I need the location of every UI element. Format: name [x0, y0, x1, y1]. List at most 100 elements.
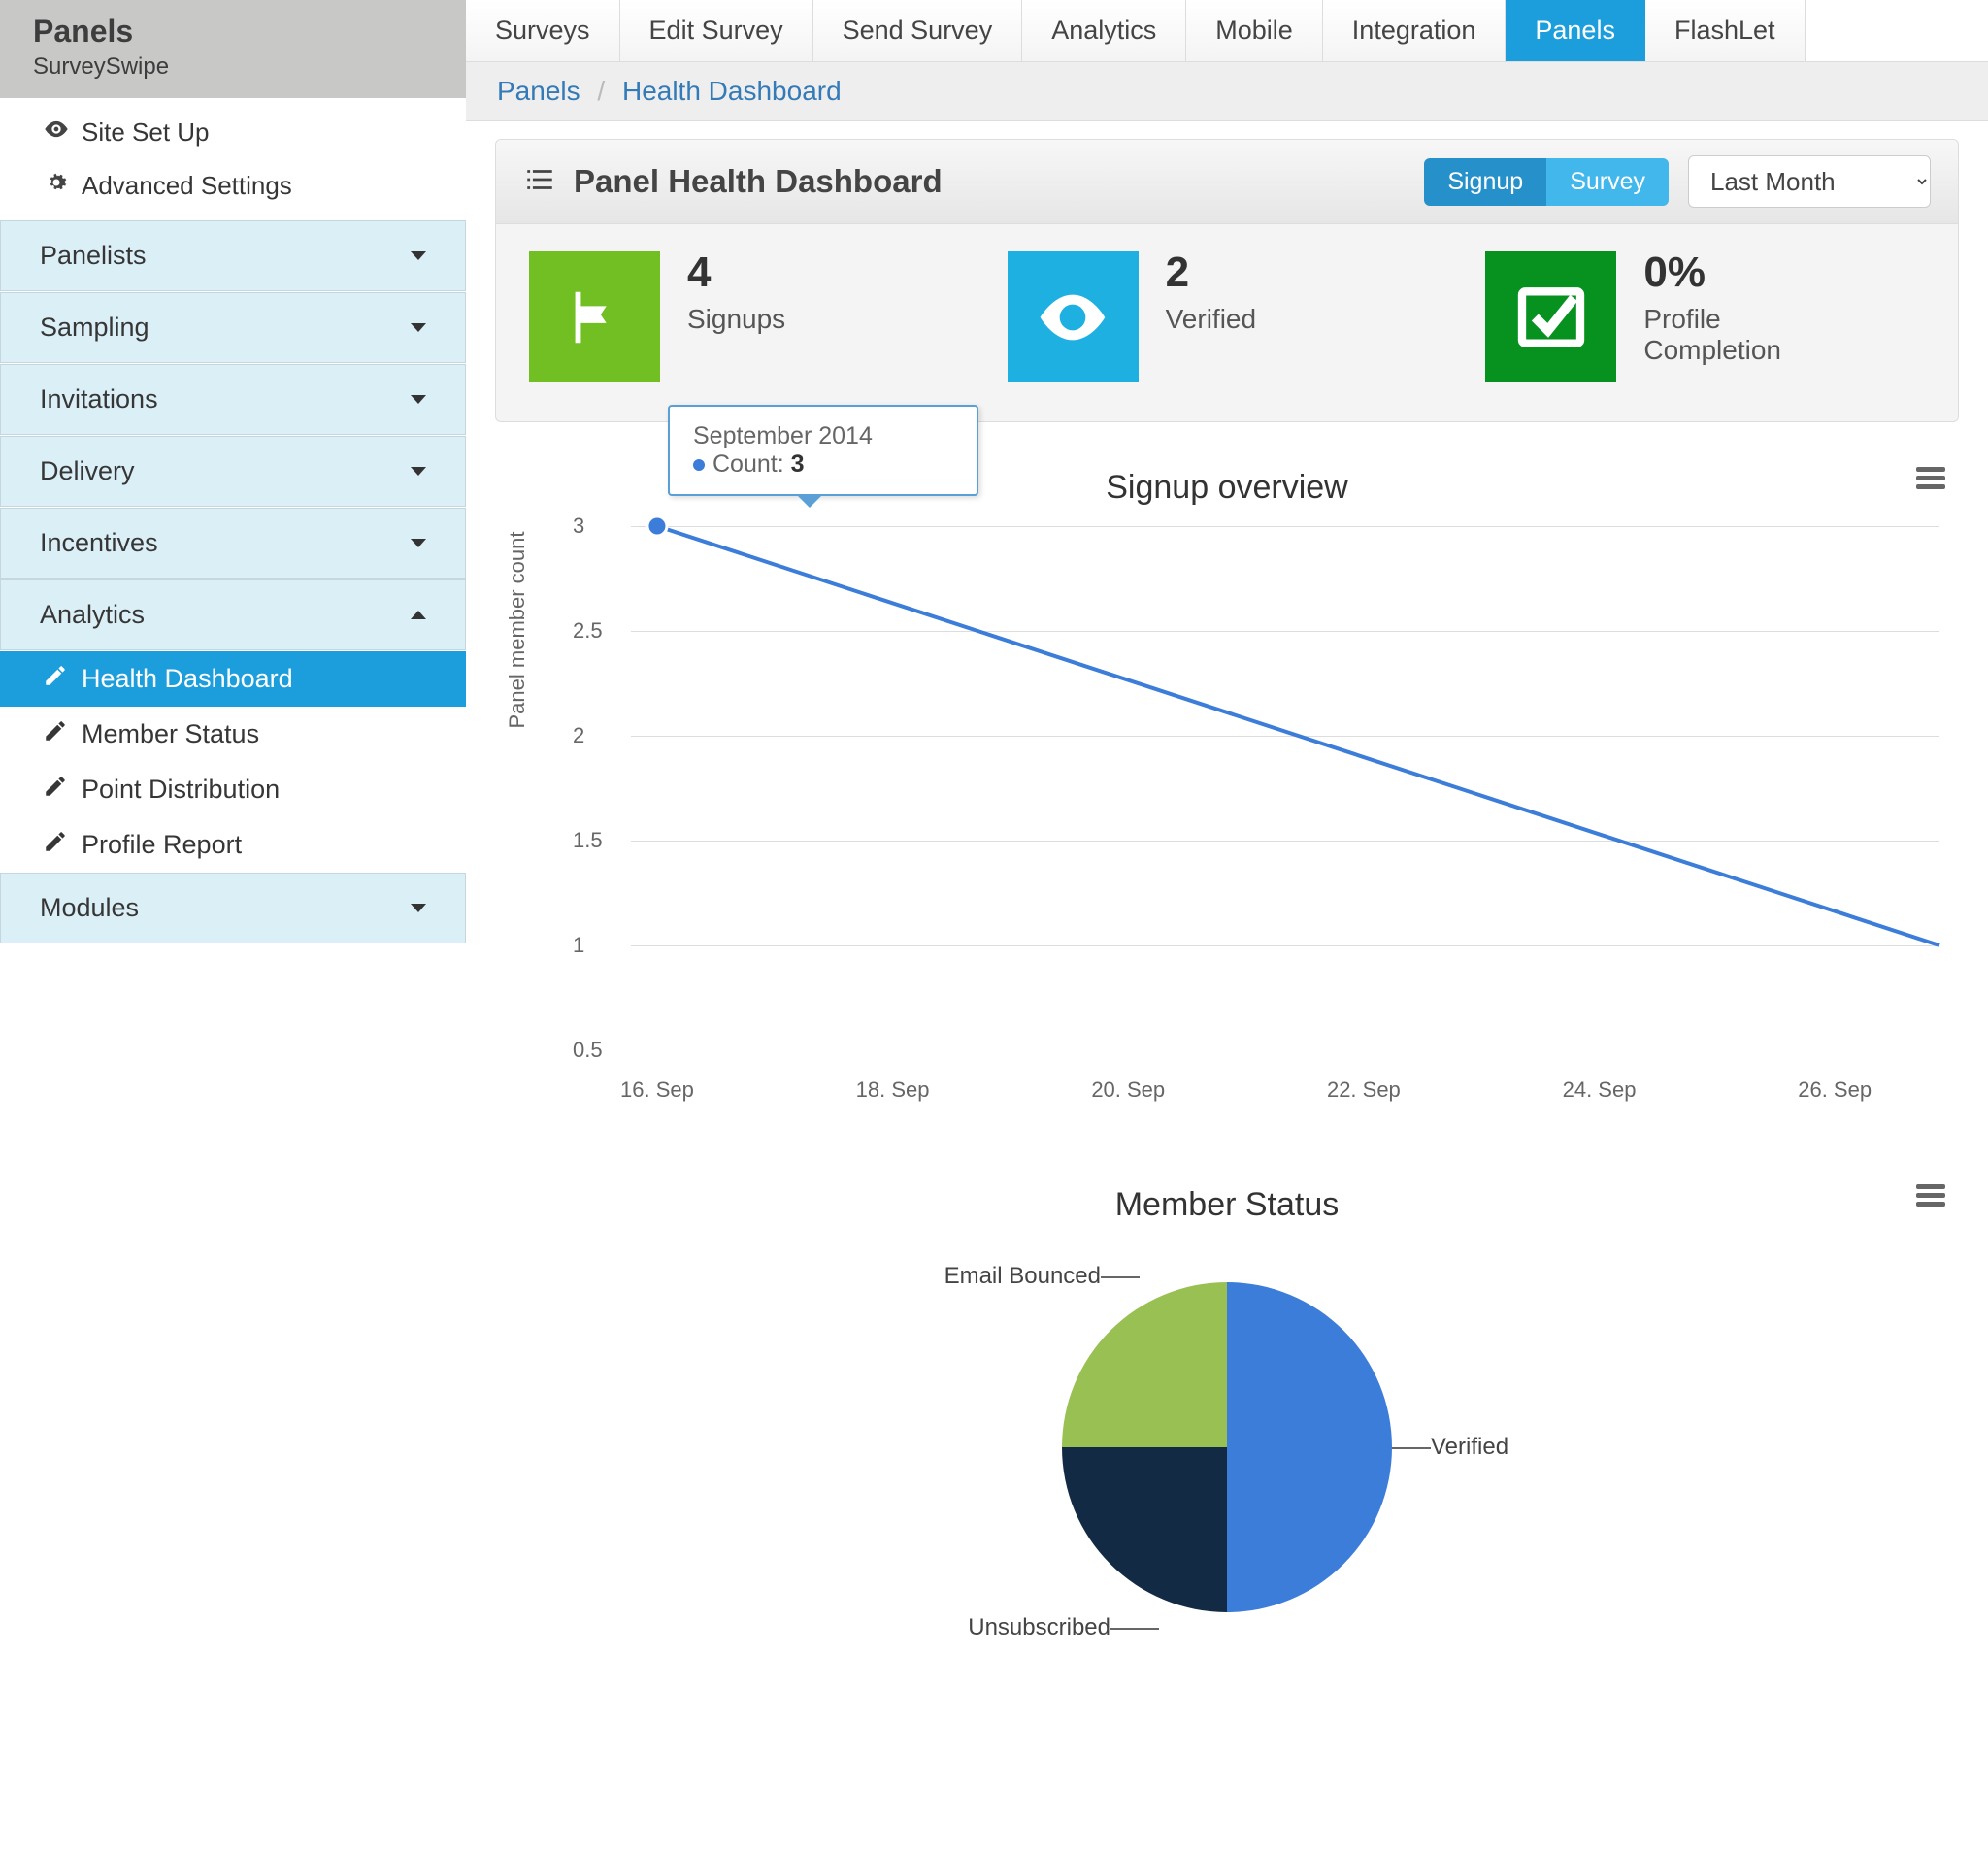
plot-area: 3 2.5 2 1.5 1 0.5 16. Sep 18. Sep 20. Se… — [631, 526, 1939, 1050]
panel-header: Panel Health Dashboard Signup Survey Las… — [496, 140, 1958, 224]
tooltip-value: 3 — [791, 450, 805, 478]
stat-profile-completion: 0% Profile Completion — [1485, 251, 1925, 382]
member-status-chart: Member Status Verified Unsubscribed Emai… — [466, 1157, 1988, 1690]
chevron-down-icon — [411, 251, 426, 260]
sidebar-link-advanced[interactable]: Advanced Settings — [0, 159, 466, 213]
section-label: Sampling — [40, 313, 149, 343]
section-label: Modules — [40, 893, 139, 923]
label-text: Unsubscribed — [968, 1614, 1110, 1640]
stat-verified: 2 Verified — [1008, 251, 1447, 382]
label-text: Email Bounced — [944, 1263, 1101, 1289]
sidebar-header: Panels SurveySwipe — [0, 0, 466, 98]
sidebar-section-modules[interactable]: Modules — [0, 873, 466, 943]
edit-icon — [43, 829, 68, 861]
check-icon — [1485, 251, 1616, 382]
sidebar-item-point-distribution[interactable]: Point Distribution — [0, 762, 466, 817]
stat-value: 0% — [1643, 251, 1838, 294]
pie-label-bounced: Email Bounced — [944, 1263, 1101, 1290]
section-label: Panelists — [40, 241, 147, 271]
tab-panels[interactable]: Panels — [1506, 0, 1645, 61]
list-icon — [523, 163, 556, 200]
stat-value: 4 — [687, 251, 785, 294]
chevron-up-icon — [411, 611, 426, 619]
sidebar-section-analytics[interactable]: Analytics — [0, 579, 466, 650]
breadcrumb-panels[interactable]: Panels — [497, 76, 580, 106]
stats-row: 4 Signups 2 Verified — [496, 224, 1958, 421]
panel-health-card: Panel Health Dashboard Signup Survey Las… — [495, 139, 1959, 422]
link-label: Advanced Settings — [82, 171, 292, 201]
y-axis-label: Panel member count — [505, 532, 530, 729]
top-nav: Surveys Edit Survey Send Survey Analytic… — [466, 0, 1988, 62]
label-text: Verified — [1431, 1434, 1508, 1460]
tab-mobile[interactable]: Mobile — [1186, 0, 1323, 61]
line-series — [631, 526, 1939, 1050]
date-range-select[interactable]: Last Month — [1688, 155, 1931, 208]
breadcrumb-separator: / — [597, 76, 605, 106]
tab-analytics[interactable]: Analytics — [1022, 0, 1186, 61]
stat-value: 2 — [1166, 251, 1256, 294]
chart-tooltip: September 2014 Count: 3 — [668, 405, 978, 496]
eye-icon — [43, 116, 70, 149]
edit-icon — [43, 718, 68, 750]
signup-survey-toggle: Signup Survey — [1424, 158, 1669, 206]
tab-surveys[interactable]: Surveys — [466, 0, 620, 61]
stat-label: Verified — [1166, 304, 1256, 335]
pie-label-verified: Verified — [1431, 1434, 1508, 1461]
menu-icon — [1916, 1184, 1945, 1207]
main: Surveys Edit Survey Send Survey Analytic… — [466, 0, 1988, 1690]
section-label: Incentives — [40, 528, 158, 558]
stat-label: Profile Completion — [1643, 304, 1838, 366]
pie-chart — [1062, 1282, 1392, 1612]
toggle-survey[interactable]: Survey — [1546, 158, 1669, 206]
sidebar-item-profile-report[interactable]: Profile Report — [0, 817, 466, 873]
sidebar-item-health-dashboard[interactable]: Health Dashboard — [0, 651, 466, 707]
analytics-subitems: Health Dashboard Member Status Point Dis… — [0, 651, 466, 873]
edit-icon — [43, 774, 68, 806]
edit-icon — [43, 663, 68, 695]
toggle-signup[interactable]: Signup — [1424, 158, 1546, 206]
stat-label: Signups — [687, 304, 785, 335]
pie-label-unsubscribed: Unsubscribed — [968, 1614, 1110, 1641]
breadcrumb-health[interactable]: Health Dashboard — [622, 76, 842, 106]
flag-icon — [529, 251, 660, 382]
link-label: Site Set Up — [82, 117, 210, 148]
signup-overview-chart: Signup overview Panel member count 3 2.5… — [466, 440, 1988, 1157]
subitem-label: Point Distribution — [82, 775, 280, 805]
tooltip-series: Count — [712, 450, 778, 478]
sidebar-subtitle: SurveySwipe — [33, 53, 433, 81]
eye-icon — [1008, 251, 1139, 382]
section-label: Invitations — [40, 384, 158, 414]
breadcrumb: Panels / Health Dashboard — [466, 62, 1988, 121]
sidebar-section-invitations[interactable]: Invitations — [0, 364, 466, 435]
chart-menu-button[interactable] — [1916, 463, 1945, 493]
sidebar-section-delivery[interactable]: Delivery — [0, 436, 466, 507]
tab-edit-survey[interactable]: Edit Survey — [620, 0, 813, 61]
menu-icon — [1916, 467, 1945, 489]
sidebar-item-member-status[interactable]: Member Status — [0, 707, 466, 762]
tab-send-survey[interactable]: Send Survey — [813, 0, 1023, 61]
chart-title: Member Status — [495, 1186, 1959, 1224]
sidebar-link-site-setup[interactable]: Site Set Up — [0, 106, 466, 159]
stat-signups: 4 Signups — [529, 251, 969, 382]
section-label: Delivery — [40, 456, 135, 486]
chevron-down-icon — [411, 904, 426, 912]
gears-icon — [43, 169, 70, 203]
sidebar-section-sampling[interactable]: Sampling — [0, 292, 466, 363]
sidebar-section-panelists[interactable]: Panelists — [0, 220, 466, 291]
chevron-down-icon — [411, 467, 426, 476]
chevron-down-icon — [411, 539, 426, 547]
sidebar-section-incentives[interactable]: Incentives — [0, 508, 466, 579]
chevron-down-icon — [411, 323, 426, 332]
sidebar: Panels SurveySwipe Site Set Up Advanced … — [0, 0, 466, 1690]
chevron-down-icon — [411, 395, 426, 404]
panel-title: Panel Health Dashboard — [574, 163, 943, 200]
series-dot-icon — [693, 459, 705, 471]
chart-menu-button[interactable] — [1916, 1180, 1945, 1210]
sidebar-title: Panels — [33, 14, 433, 50]
section-label: Analytics — [40, 600, 145, 630]
tab-integration[interactable]: Integration — [1323, 0, 1507, 61]
subitem-label: Member Status — [82, 719, 259, 749]
subitem-label: Health Dashboard — [82, 664, 293, 694]
tooltip-title: September 2014 — [693, 422, 953, 450]
tab-flashlet[interactable]: FlashLet — [1645, 0, 1806, 61]
